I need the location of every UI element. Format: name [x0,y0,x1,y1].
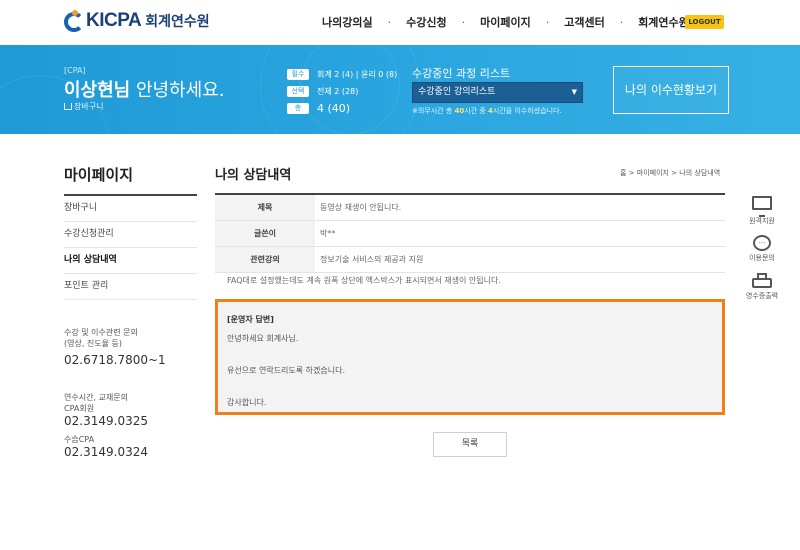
nav-item-institute[interactable]: 회계연수원 [638,14,689,30]
quick-label: 이용문의 [749,254,775,262]
global-nav: 나의강의실 · 수강신청 · 마이페이지 · 고객센터 · 회계연수원 [322,14,689,30]
nav-item-enroll[interactable]: 수강신청 [406,14,446,30]
nav-item-my-classroom[interactable]: 나의강의실 [322,14,373,30]
stat-value: 회계 2 (4) | 윤리 0 (8) [317,69,398,79]
logo-korean-text: 회계연수원 [145,14,210,30]
contact-label: 수강 및 이수관련 문의 [64,328,138,337]
cart-icon [64,103,72,110]
row-value: 박** [320,229,336,238]
stat-value: 전체 2 (28) [317,86,359,96]
cart-link[interactable]: 장바구니 [64,101,103,112]
stat-pill: 총 [287,102,309,114]
contact-sublabel: (영상, 진도율 등) [64,339,123,348]
site-logo[interactable]: KICPA 회계연수원 [64,10,210,32]
answer-label: [운영자 답변] [227,315,274,324]
nav-separator: · [545,15,550,29]
course-select[interactable]: 수강중인 강의리스트 ▼ [412,82,583,103]
completion-status-button[interactable]: 나의 이수현황보기 [613,66,729,114]
contact-hours-inquiry: 연수시간, 교재문의 CPA회원 02.3149.0325 수습CPA 02.3… [64,392,148,459]
nav-item-mypage[interactable]: 마이페이지 [480,14,531,30]
user-banner: [CPA] 이상현님 안녕하세요. 장바구니 필수 회계 2 (4) | 윤리 … [0,45,800,134]
answer-line: 유선으로 연락드리도록 하겠습니다. [227,366,346,375]
answer-line [227,379,713,395]
contact-number: 02.6718.7800~1 [64,353,166,367]
breadcrumb: 홈 > 마이페이지 > 나의 상담내역 [620,169,721,177]
list-button[interactable]: 목록 [433,432,507,457]
top-navigation-bar: KICPA 회계연수원 나의강의실 · 수강신청 · 마이페이지 · 고객센터 … [0,0,800,45]
sidebar-item-enroll-manage[interactable]: 수강신청관리 [64,222,197,248]
row-label: 제목 [215,195,315,220]
nav-separator: · [461,15,466,29]
table-row: 글쓴이 박** [215,221,725,247]
course-list-title: 수강중인 과정 리스트 [412,67,511,80]
quick-inquiry[interactable]: ··· 이용문의 [742,235,782,263]
stat-total: 총 4 (40) [287,100,397,116]
user-name: 이상현님 [64,80,131,101]
quick-receipt-print[interactable]: 영수증출력 [742,273,782,301]
answer-line: 감사합니다. [227,398,267,407]
nav-separator: · [619,15,624,29]
page-title: 나의 상담내역 [215,168,292,183]
contact-label: 연수시간, 교재문의 [64,393,128,402]
contact-number: 02.3149.0325 [64,414,148,428]
contact-sublabel: 수습CPA [64,435,95,444]
course-note: ※의무시간 총 40시간 중 4시간을 이수하셨습니다. [412,107,562,115]
sidebar-menu: 장바구니 수강신청관리 나의 상담내역 포인트 관리 [64,196,197,300]
quick-label: 영수증출력 [745,292,779,300]
row-value: 동영상 재생이 안됩니다. [320,203,402,212]
monitor-icon [752,196,772,217]
sidebar-title: 마이페이지 [64,166,134,184]
sidebar-item-cart[interactable]: 장바구니 [64,196,197,222]
quick-remote-support[interactable]: 원격지원 [742,196,782,226]
credit-stats: 필수 회계 2 (4) | 윤리 0 (8) 선택 전체 2 (28) 총 4 … [287,66,397,117]
logo-text: KICPA [86,10,142,31]
nav-separator: · [387,15,392,29]
table-row: 제목 동영상 재생이 안됩니다. [215,195,725,221]
question-body: FAQ대로 설정했는데도 계속 원폭 상단에 엑스박스가 표시되면서 재생이 안… [227,276,501,285]
stat-pill: 필수 [287,68,309,80]
contact-sublabel: CPA회원 [64,404,95,413]
dropdown-arrow-icon: ▼ [571,88,577,96]
row-label: 글쓴이 [215,221,315,246]
stat-value: 4 (40) [317,101,351,115]
nav-item-customer-center[interactable]: 고객센터 [564,14,604,30]
stat-required: 필수 회계 2 (4) | 윤리 0 (8) [287,66,397,82]
answer-line: 안녕하세요 회계사님. [227,334,299,343]
course-select-value: 수강중인 강의리스트 [418,87,496,97]
sidebar-item-points[interactable]: 포인트 관리 [64,274,197,300]
chat-icon: ··· [753,235,771,251]
cpa-tag: [CPA] [64,66,86,75]
sidebar-item-consultations[interactable]: 나의 상담내역 [64,248,197,274]
printer-icon [752,273,772,289]
quick-label: 원격지원 [749,217,775,225]
cart-label: 장바구니 [74,102,104,111]
answer-line [227,347,713,363]
stat-pill: 선택 [287,85,309,97]
greeting-text: 안녕하세요. [135,80,225,101]
stat-elective: 선택 전체 2 (28) [287,83,397,99]
consultation-info-table: 제목 동영상 재생이 안됩니다. 글쓴이 박** 관련강의 정보기술 서비스의 … [215,195,725,273]
logout-button[interactable]: LOGOUT [685,15,724,29]
greeting: 이상현님 안녕하세요. [64,76,225,102]
logo-mark-icon [64,10,86,32]
contact-course-inquiry: 수강 및 이수관련 문의 (영상, 진도율 등) 02.6718.7800~1 [64,327,166,367]
contact-number: 02.3149.0324 [64,445,148,459]
admin-answer-box: [운영자 답변] 안녕하세요 회계사님. 유선으로 연락드리도록 하겠습니다. … [215,299,725,415]
